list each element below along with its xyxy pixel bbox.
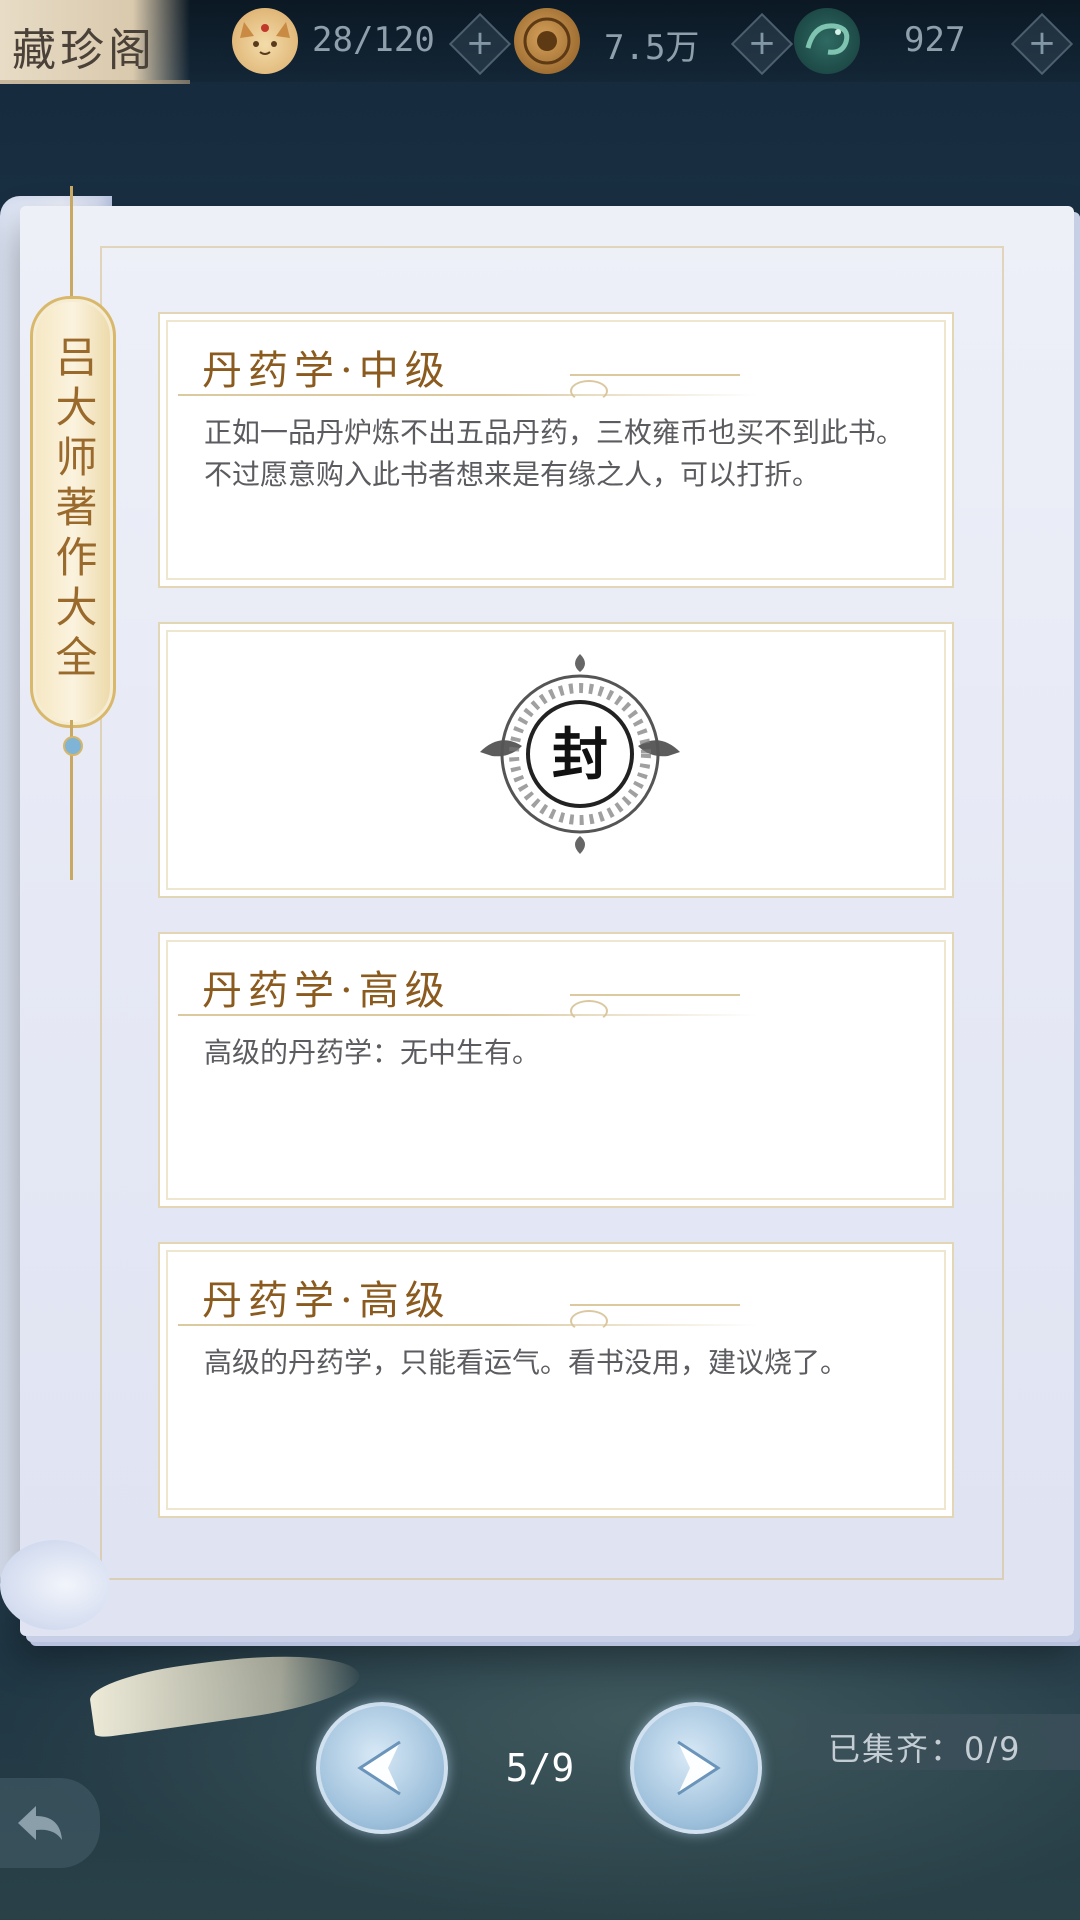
back-button[interactable] bbox=[0, 1778, 100, 1868]
entry-title: 丹药学·高级 bbox=[202, 968, 451, 1014]
add-stamina-button[interactable]: + bbox=[448, 12, 512, 76]
add-jade-button[interactable]: + bbox=[1010, 12, 1074, 76]
arrow-right-icon bbox=[677, 1740, 721, 1796]
add-coin-button[interactable]: + bbox=[730, 12, 794, 76]
title-ornament bbox=[570, 994, 740, 996]
seal-emblem: 封 bbox=[470, 642, 690, 862]
resource-coin: 7.5万 + bbox=[514, 8, 794, 76]
ribbon-bead bbox=[63, 736, 83, 756]
resource-stamina: 28/120 + bbox=[232, 8, 512, 76]
title-underline bbox=[178, 394, 758, 396]
swirl-ornament bbox=[570, 1000, 608, 1022]
resource-bar: 藏珍阁 28/120 + 7.5万 + 927 + bbox=[0, 0, 1080, 84]
book-entry-card[interactable]: 丹药学·高级 高级的丹药学，只能看运气。看书没用，建议烧了。 bbox=[158, 1242, 954, 1518]
swirl-ornament bbox=[570, 1310, 608, 1332]
title-ornament bbox=[570, 1304, 740, 1306]
title-plate: 藏珍阁 bbox=[0, 0, 190, 84]
seal-text: 封 bbox=[552, 722, 608, 788]
entry-title: 丹药学·高级 bbox=[202, 1278, 451, 1324]
coin-value: 7.5万 bbox=[604, 28, 700, 68]
ribbon-string-top bbox=[70, 186, 73, 306]
jade-dragon-icon bbox=[794, 8, 860, 74]
book-entry-card[interactable]: 丹药学·中级 正如一品丹炉炼不出五品丹药，三枚雍币也买不到此书。不过愿意购入此书… bbox=[158, 312, 954, 588]
collection-progress: 已集齐：0/9 bbox=[770, 1714, 1080, 1770]
prev-page-button[interactable] bbox=[316, 1702, 448, 1834]
scroll-roll bbox=[0, 1540, 110, 1630]
sealed-entry-card[interactable]: 封 bbox=[158, 622, 954, 898]
arrow-left-icon bbox=[357, 1740, 401, 1796]
title-underline bbox=[178, 1014, 758, 1016]
collected-count: 已集齐：0/9 bbox=[828, 1730, 1022, 1768]
title-underline bbox=[178, 1324, 758, 1326]
book-title-ribbon: 吕大师著作大全 bbox=[30, 296, 116, 728]
page-title: 藏珍阁 bbox=[12, 25, 156, 76]
swirl-ornament bbox=[570, 380, 608, 402]
entry-description: 正如一品丹炉炼不出五品丹药，三枚雍币也买不到此书。不过愿意购入此书者想来是有缘之… bbox=[204, 416, 905, 491]
entry-description: 高级的丹药学：无中生有。 bbox=[204, 1036, 541, 1069]
page-indicator: 5/9 bbox=[505, 1746, 575, 1790]
coin-icon bbox=[514, 8, 580, 74]
title-ornament bbox=[570, 374, 740, 376]
entry-title: 丹药学·中级 bbox=[202, 348, 451, 394]
book-title: 吕大师著作大全 bbox=[49, 335, 98, 685]
stamina-value: 28/120 bbox=[312, 20, 435, 60]
cat-face-icon bbox=[232, 8, 298, 74]
jade-value: 927 bbox=[904, 20, 966, 60]
next-page-button[interactable] bbox=[630, 1702, 762, 1834]
book-entry-card[interactable]: 丹药学·高级 高级的丹药学：无中生有。 bbox=[158, 932, 954, 1208]
resource-jade: 927 + bbox=[794, 8, 1074, 76]
entry-description: 高级的丹药学，只能看运气。看书没用，建议烧了。 bbox=[204, 1346, 849, 1379]
back-arrow-icon bbox=[18, 1806, 62, 1840]
